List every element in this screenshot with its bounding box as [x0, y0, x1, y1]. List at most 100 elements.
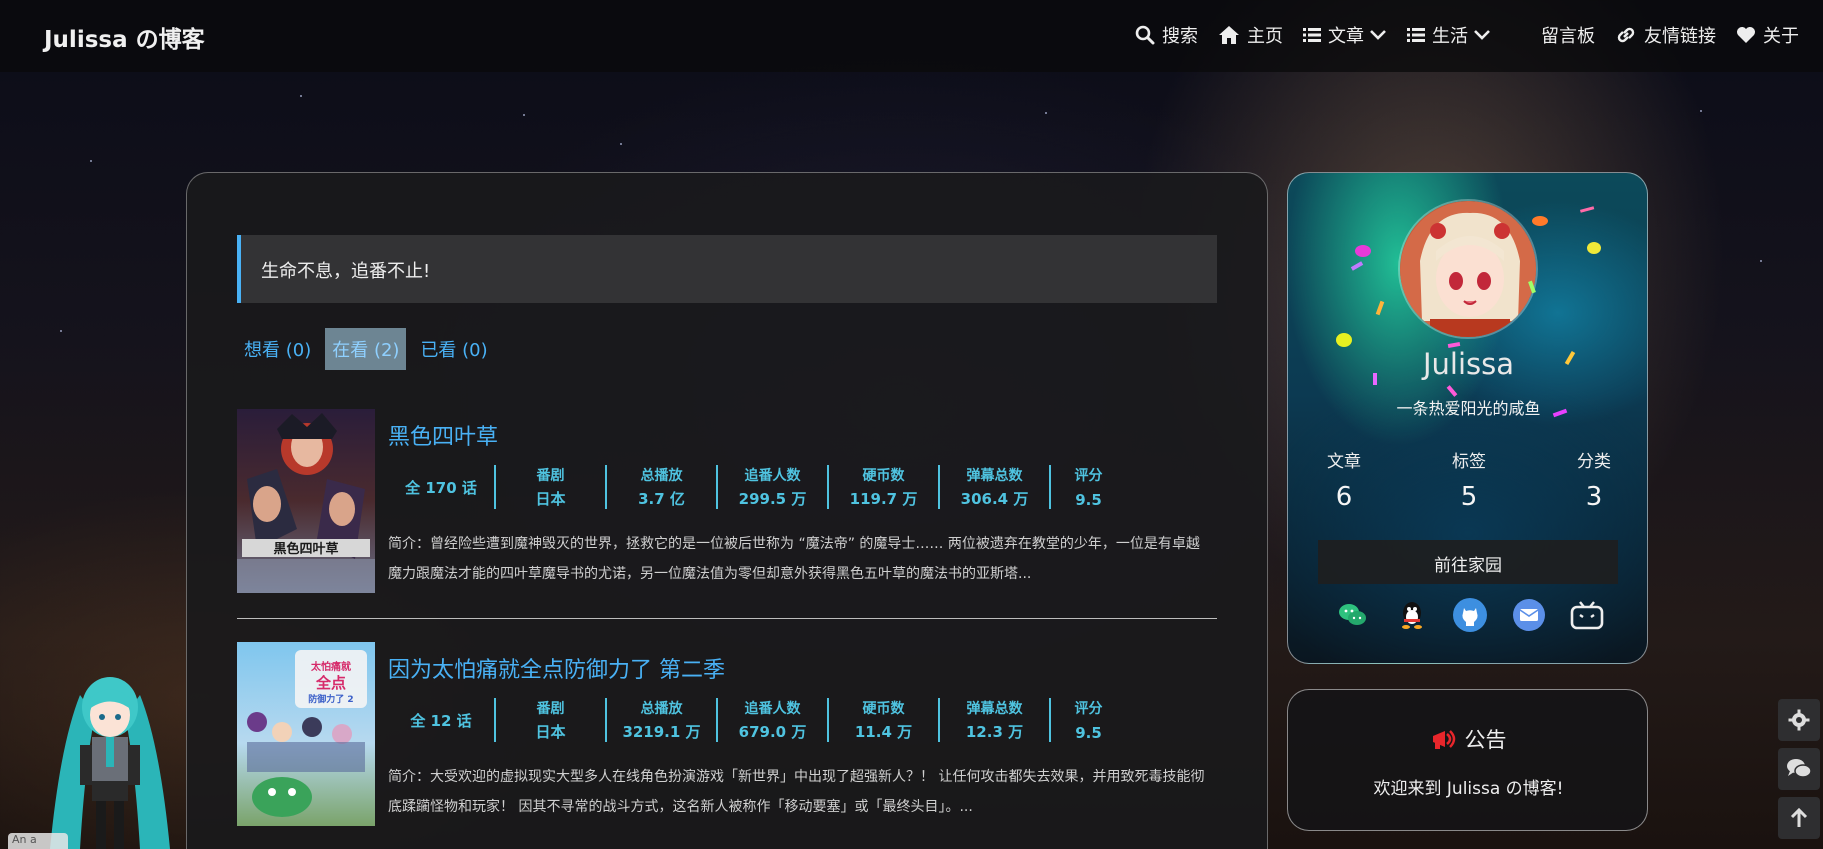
tab-watching[interactable]: 在看 (2) [325, 328, 407, 370]
stat-coins: 硬币数 119.7 万 [829, 465, 940, 509]
link-icon [1617, 27, 1635, 43]
nav-articles-label: 文章 [1328, 26, 1364, 47]
nav-home[interactable]: 主页 [1218, 22, 1283, 48]
notice-title: 公告 [1288, 724, 1649, 754]
anime-stats: 全 170 话 番剧 日本 总播放 3.7 亿 追番人数 299.5 万 硬币数 119… [388, 465, 1126, 509]
github-icon[interactable] [1453, 598, 1487, 632]
arrow-up-icon [1790, 808, 1808, 827]
profile-card: Julissa 一条热爱阳光的咸鱼 文章 6 标签 5 分类 3 前往家园 [1287, 172, 1648, 664]
anime-item: 太怕痛就 全点 防御力了 2 因为太怕痛就全点防御力了 第二季 全 12 话 番… [237, 642, 1217, 849]
stat-label: 评分 [1074, 468, 1103, 484]
anime-item: 黒色四叶草 黑色四叶草 全 170 话 番剧 日本 总播放 3.7 亿 追番人数 29… [237, 409, 1217, 619]
nav-search[interactable]: 搜索 [1135, 22, 1198, 48]
qq-icon[interactable] [1395, 598, 1429, 632]
bilibili-icon[interactable] [1570, 598, 1604, 632]
stat-value: 679.0 万 [738, 723, 807, 741]
profile-name: Julissa [1422, 347, 1515, 381]
stat-label: 追番人数 [744, 701, 801, 717]
count-categories[interactable]: 分类 3 [1564, 447, 1624, 512]
count-tags[interactable]: 标签 5 [1439, 447, 1499, 512]
top-nav: Julissa の博客 搜索 主页 文章 生活 留言板 友情链接 关于 [0, 0, 1823, 72]
stat-value: 日本 [535, 723, 566, 741]
stat-value: 119.7 万 [849, 490, 918, 508]
nav-home-label: 主页 [1247, 26, 1283, 47]
wechat-icon[interactable] [1336, 598, 1370, 632]
stat-value: 306.4 万 [960, 490, 1029, 508]
list-icon [1303, 28, 1321, 42]
stat-value: 9.5 [1075, 724, 1102, 742]
stat-value: 11.4 万 [854, 723, 913, 741]
bangumi-card: 生命不息，追番不止! 想看 (0) 在看 (2) 已看 (0) 黒色四叶草 黑色… [186, 172, 1268, 849]
stat-plays: 总播放 3.7 亿 [607, 465, 718, 509]
home-icon [1219, 26, 1239, 44]
stat-value: 9.5 [1075, 491, 1102, 509]
nav-guestbook[interactable]: 留言板 [1541, 22, 1595, 48]
count-value: 5 [1460, 482, 1478, 512]
anime-stats: 全 12 话 番剧 日本 总播放 3219.1 万 追番人数 679.0 万 硬币数 1… [388, 698, 1126, 742]
chevron-down-icon [1474, 30, 1490, 40]
star [1760, 260, 1762, 262]
stat-followers: 追番人数 679.0 万 [718, 698, 829, 742]
heart-icon [1737, 27, 1755, 43]
stat-danmaku: 弹幕总数 12.3 万 [940, 698, 1051, 742]
megaphone-icon [1432, 730, 1455, 749]
count-label: 文章 [1327, 452, 1361, 472]
tab-watched[interactable]: 已看 (0) [413, 328, 494, 370]
stat-danmaku: 弹幕总数 306.4 万 [940, 465, 1051, 509]
stat-label: 弹幕总数 [966, 701, 1023, 717]
stat-label: 评分 [1074, 701, 1103, 717]
nav-links[interactable]: 友情链接 [1615, 22, 1716, 48]
svg-text:黒色四叶草: 黒色四叶草 [273, 541, 338, 557]
anime-summary: 简介：大受欢迎的虚拟现实大型多人在线角色扮演游戏「新世界」中出现了超强新人？！ … [388, 769, 1205, 815]
comments-button[interactable] [1778, 748, 1820, 790]
star [60, 330, 62, 332]
back-to-top-button[interactable] [1778, 797, 1820, 839]
stat-score: 评分 9.5 [1051, 465, 1126, 509]
anime-cover[interactable]: 黒色四叶草 [237, 409, 375, 593]
nav-guestbook-label: 留言板 [1541, 26, 1595, 47]
count-value: 3 [1585, 482, 1603, 512]
count-articles[interactable]: 文章 6 [1314, 447, 1374, 512]
nav-life[interactable]: 生活 [1407, 22, 1491, 48]
anime-cover[interactable]: 太怕痛就 全点 防御力了 2 [237, 642, 375, 826]
episode-count: 全 12 话 [388, 698, 496, 742]
star [90, 160, 92, 162]
stat-label: 总播放 [640, 701, 683, 717]
settings-button[interactable] [1778, 699, 1820, 741]
stat-coins: 硬币数 11.4 万 [829, 698, 940, 742]
mascot-tooltip: An a [8, 833, 68, 849]
count-label: 标签 [1452, 452, 1486, 472]
live2d-mascot[interactable] [40, 665, 180, 849]
nav-life-label: 生活 [1432, 26, 1468, 47]
list-icon [1407, 28, 1425, 42]
site-brand[interactable]: Julissa の博客 [44, 20, 205, 54]
star [300, 95, 302, 97]
tab-want-to-watch[interactable]: 想看 (0) [237, 328, 318, 370]
nav-about-label: 关于 [1763, 26, 1799, 47]
email-icon[interactable] [1512, 598, 1546, 632]
anime-title[interactable]: 因为太怕痛就全点防御力了 第二季 [388, 652, 725, 684]
stat-value: 日本 [535, 490, 566, 508]
motto-banner: 生命不息，追番不止! [237, 235, 1217, 303]
anime-summary: 简介：曾经险些遭到魔神毁灭的世界，拯救它的是一位被后世称为 “魔法帝” 的魔导士… [388, 536, 1200, 582]
stat-value: 3.7 亿 [638, 490, 685, 508]
nav-links-label: 友情链接 [1644, 26, 1716, 47]
star [620, 143, 622, 145]
stat-followers: 追番人数 299.5 万 [718, 465, 829, 509]
nav-menu: 搜索 主页 文章 生活 留言板 友情链接 关于 [1115, 22, 1799, 48]
svg-text:全点: 全点 [315, 674, 346, 692]
stat-label: 追番人数 [744, 468, 801, 484]
stat-label: 弹幕总数 [966, 468, 1023, 484]
anime-title[interactable]: 黑色四叶草 [388, 419, 498, 451]
go-home-button[interactable]: 前往家园 [1318, 540, 1618, 584]
stat-label: 硬币数 [862, 701, 905, 717]
nav-articles[interactable]: 文章 [1303, 22, 1387, 48]
chevron-down-icon [1370, 30, 1386, 40]
stat-plays: 总播放 3219.1 万 [607, 698, 718, 742]
svg-text:太怕痛就: 太怕痛就 [310, 660, 351, 673]
search-icon [1135, 25, 1155, 45]
stat-value: 299.5 万 [738, 490, 807, 508]
confetti-decoration [1336, 206, 1601, 418]
star [523, 114, 525, 116]
nav-about[interactable]: 关于 [1736, 22, 1799, 48]
